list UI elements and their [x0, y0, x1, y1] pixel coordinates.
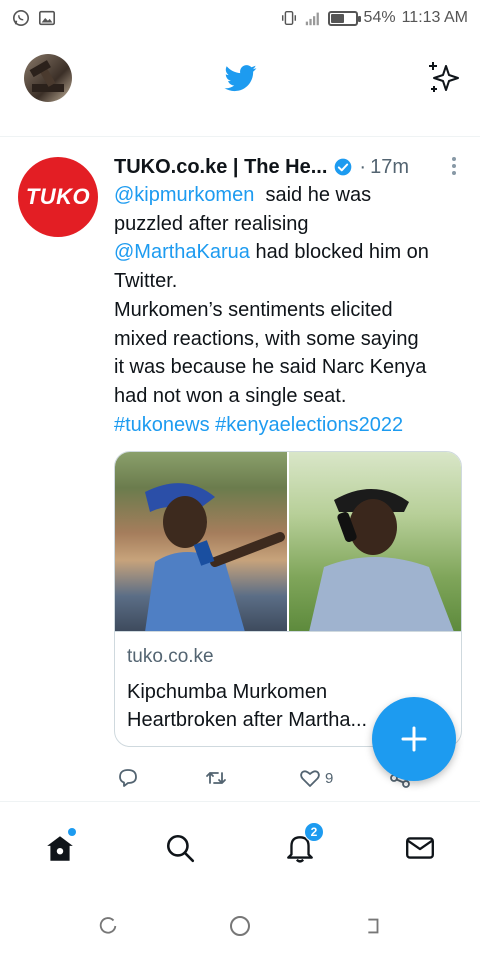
- signal-icon: [304, 9, 322, 27]
- status-left: [12, 9, 56, 27]
- battery-icon: [327, 10, 361, 26]
- time-separator: ·: [359, 155, 367, 178]
- system-nav-bar: [0, 894, 480, 960]
- nav-messages[interactable]: [398, 826, 442, 870]
- back-icon: [368, 918, 379, 934]
- home-new-indicator: [68, 828, 76, 836]
- heart-icon: [300, 770, 320, 787]
- tweet-line: @kipmurkomen said he was: [114, 181, 468, 210]
- tweet-line: it was because he said Narc Kenya: [114, 356, 427, 379]
- twitter-bird-icon[interactable]: [222, 62, 260, 94]
- back-button[interactable]: [358, 912, 386, 940]
- sparkle-icon[interactable]: [424, 58, 464, 98]
- gallery-icon: [38, 9, 56, 27]
- vibrate-icon: [280, 9, 298, 27]
- more-options-icon[interactable]: [446, 153, 462, 181]
- mail-icon: [406, 837, 434, 859]
- retweet-button[interactable]: [204, 763, 228, 793]
- tweet-line: Twitter.: [114, 270, 178, 293]
- whatsapp-icon: [12, 9, 30, 27]
- nav-home[interactable]: [38, 826, 82, 870]
- card-domain: tuko.co.ke: [127, 646, 214, 667]
- tweet-line-text: had blocked him on: [249, 241, 429, 264]
- battery-fill: [330, 13, 344, 23]
- nav-notifications[interactable]: 2: [278, 822, 324, 870]
- tweet-line: @MarthaKarua had blocked him on: [114, 238, 468, 267]
- tweet-line: mixed reactions, with some saying: [114, 327, 419, 350]
- compose-tweet-button[interactable]: [372, 697, 456, 781]
- like-count: 9: [325, 769, 334, 787]
- status-right: 54% 11:13 AM: [280, 9, 468, 27]
- tuko-avatar[interactable]: TUKO: [18, 157, 98, 237]
- circle-home-icon: [230, 916, 250, 936]
- profile-avatar[interactable]: [24, 54, 72, 102]
- tweet-line-text: said he was: [254, 184, 372, 206]
- reply-icon: [119, 769, 137, 787]
- bottom-nav: 2: [0, 802, 480, 894]
- recents-button[interactable]: [94, 912, 122, 940]
- clock: 11:13 AM: [401, 9, 468, 26]
- tweet-text: @kipmurkomen said he was puzzled after r…: [114, 181, 468, 439]
- card-image: [115, 452, 461, 632]
- home-icon: [47, 836, 73, 861]
- reply-button[interactable]: [116, 763, 140, 793]
- tuko-logo-text: TUKO: [25, 184, 91, 209]
- card-photo-left: [115, 452, 287, 631]
- retweet-icon: [206, 772, 226, 784]
- search-icon: [166, 834, 195, 863]
- card-photo-right: [289, 452, 461, 631]
- battery-percent: 54%: [363, 9, 396, 26]
- nav-search[interactable]: [158, 826, 202, 870]
- status-bar: 54% 11:13 AM: [0, 0, 480, 36]
- hashtags[interactable]: #tukonews #kenyaelections2022: [114, 411, 468, 440]
- recents-icon: [99, 917, 117, 934]
- like-button[interactable]: 9: [298, 763, 333, 793]
- home-system-button[interactable]: [226, 912, 254, 940]
- mention-link[interactable]: @kipmurkomen: [114, 184, 254, 206]
- tweet-line: Murkomen’s sentiments elicited: [114, 298, 393, 321]
- plus-icon: [401, 726, 427, 752]
- mention-link[interactable]: @MarthaKarua: [114, 241, 250, 263]
- verified-badge-icon: [335, 158, 352, 176]
- author-name[interactable]: TUKO.co.ke | The He...: [114, 156, 327, 179]
- notification-badge: 2: [304, 822, 324, 842]
- app-header: [0, 36, 480, 122]
- tweet-time[interactable]: 17m: [370, 156, 409, 179]
- tweet-header: TUKO.co.ke | The He... · 17m: [114, 153, 468, 181]
- tweet-line: puzzled after realising: [114, 212, 309, 235]
- tweet-line: had not won a single seat.: [114, 384, 347, 407]
